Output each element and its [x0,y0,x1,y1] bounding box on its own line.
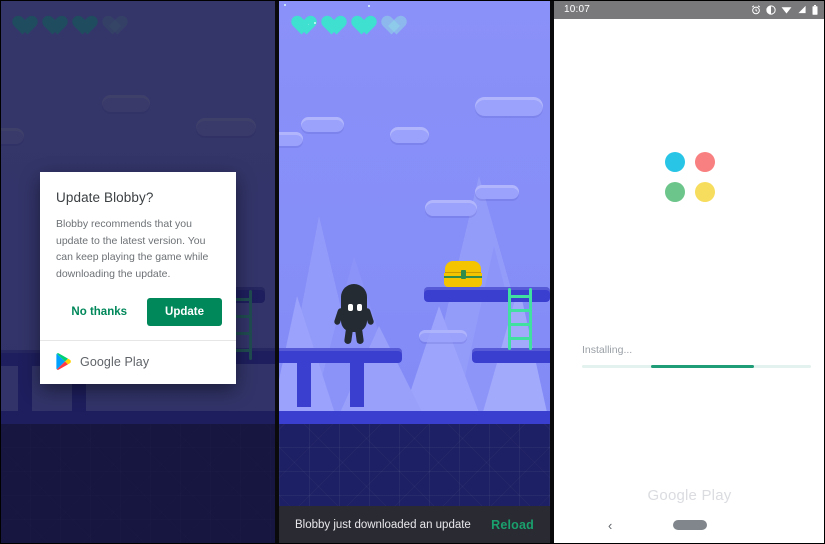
cloud [390,127,429,143]
back-chevron-icon[interactable]: ‹ [608,518,612,533]
health-hud [284,4,400,29]
platform-pillar [350,363,364,407]
cloud [425,200,477,216]
reload-button[interactable]: Reload [491,518,534,532]
google-play-icon [56,353,71,371]
home-gesture-pill[interactable] [672,520,707,530]
cloud [419,330,467,342]
dialog-body-text: Blobby recommends that you update to the… [56,218,209,280]
dialog-footer: Google Play [40,340,236,384]
update-button[interactable]: Update [147,298,222,327]
navigation-bar: ‹ [554,506,825,544]
install-progress: Installing... [582,344,811,368]
signal-icon [798,5,806,14]
google-play-wordmark: Google Play [647,487,732,504]
ladder [508,288,532,350]
cloud [301,117,344,132]
heart-icon-full [314,8,340,29]
blob-character [333,284,375,346]
alarm-icon [751,4,761,14]
screenshot-stage: Update Blobby? Blobby recommends that yo… [0,0,825,544]
wifi-icon [781,7,792,14]
progress-track [582,365,811,368]
dot-blue [664,152,685,172]
heart-icon-full [284,4,310,29]
platform [472,348,550,363]
status-bar-icons [751,4,818,15]
status-bar-clock: 10:07 [564,4,591,15]
battery-icon [812,4,818,15]
platform-pillar [297,363,311,407]
update-dialog: Update Blobby? Blobby recommends that yo… [40,172,236,385]
do-not-disturb-icon [766,4,776,15]
dot-red [694,152,715,172]
installing-screen: 10:07 Installing... Google Play ‹ [554,0,825,544]
install-content: Installing... Google Play [554,19,825,506]
no-thanks-button[interactable]: No thanks [63,300,135,324]
dot-green [664,182,685,202]
status-bar: 10:07 [554,0,825,19]
loading-dots [660,147,720,207]
mountain-background [279,176,550,426]
update-snackbar: Blobby just downloaded an update Reload [279,506,550,544]
ground-edge [279,411,550,424]
game-scene [279,0,550,544]
dialog-actions: No thanks Update [40,282,236,340]
treasure-chest [444,261,482,287]
heart-icon-empty [377,8,400,29]
google-play-label: Google Play [80,354,150,369]
cloud [279,132,303,146]
snackbar-message: Blobby just downloaded an update [295,519,471,531]
heart-icon-full [347,5,370,29]
platform [279,348,402,363]
install-status-label: Installing... [582,344,633,356]
update-dialog-screen: Update Blobby? Blobby recommends that yo… [0,0,275,544]
cloud [475,185,519,199]
dot-yellow [694,182,715,202]
game-screen: Blobby just downloaded an update Reload [279,0,550,544]
cloud [475,97,543,116]
dialog-title: Update Blobby? [56,190,154,205]
progress-fill [650,365,754,368]
